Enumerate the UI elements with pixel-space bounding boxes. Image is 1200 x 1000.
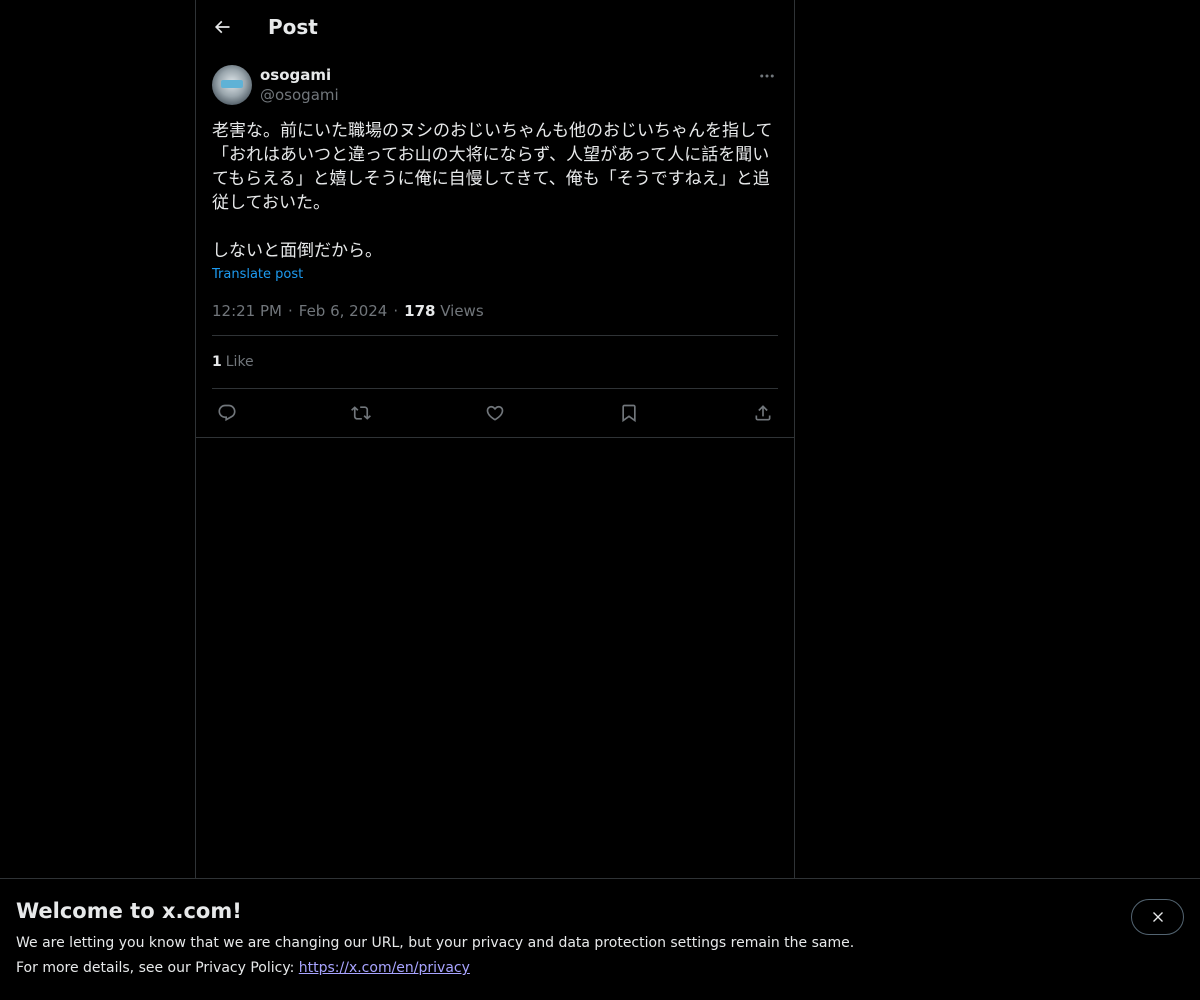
close-icon <box>1152 912 1163 922</box>
more-horizontal-icon <box>760 74 774 78</box>
post-meta: 12:21 PM · Feb 6, 2024 · 178 Views <box>212 302 778 336</box>
handle[interactable]: @osogami <box>260 85 339 105</box>
share-button[interactable] <box>752 402 774 424</box>
share-icon <box>755 405 771 421</box>
repost-icon <box>351 406 371 420</box>
author-row: osogami @osogami <box>212 65 778 105</box>
repost-button[interactable] <box>350 402 372 424</box>
avatar[interactable] <box>212 65 252 105</box>
author-meta: osogami @osogami <box>260 65 339 105</box>
separator-dot: · <box>287 302 293 320</box>
likes-count: 1 <box>212 354 222 370</box>
heart-icon <box>486 405 504 421</box>
page-title: Post <box>268 14 318 39</box>
likes-summary[interactable]: 1 Like <box>212 336 778 389</box>
reply-icon <box>218 404 236 422</box>
post-text: 老害な。前にいた職場のヌシのおじいちゃんも他のおじいちゃんを指して「おれはあいつ… <box>212 121 773 261</box>
views-count: 178 <box>404 302 436 320</box>
welcome-banner: Welcome to x.com! We are letting you kno… <box>0 878 1200 1000</box>
post-bottom-divider <box>196 437 794 438</box>
reply-button[interactable] <box>216 402 238 424</box>
banner-message: We are letting you know that we are chan… <box>16 935 855 951</box>
arrow-left-icon <box>214 20 230 33</box>
main-column: Post osogami @osogami 老害な。前にいた職場のヌシのおじいち… <box>195 0 795 878</box>
post: osogami @osogami 老害な。前にいた職場のヌシのおじいちゃんも他の… <box>196 53 794 437</box>
back-button[interactable] <box>204 9 240 45</box>
bookmark-button[interactable] <box>618 402 640 424</box>
close-banner-button[interactable] <box>1131 899 1184 935</box>
display-name[interactable]: osogami <box>260 65 339 85</box>
top-bar: Post <box>196 0 794 53</box>
banner-title: Welcome to x.com! <box>16 899 242 923</box>
banner-privacy-prefix: For more details, see our Privacy Policy… <box>16 960 299 976</box>
banner-privacy-line: For more details, see our Privacy Policy… <box>16 958 1184 978</box>
like-button[interactable] <box>484 402 506 424</box>
post-date[interactable]: Feb 6, 2024 <box>299 302 388 320</box>
likes-label: Like <box>225 354 254 370</box>
action-bar <box>212 389 778 437</box>
translate-post-link[interactable]: Translate post <box>212 267 303 282</box>
privacy-policy-link[interactable]: https://x.com/en/privacy <box>299 960 470 976</box>
separator-dot: · <box>393 302 399 320</box>
bookmark-icon <box>622 404 636 423</box>
post-time[interactable]: 12:21 PM <box>212 302 282 320</box>
more-button[interactable] <box>756 65 778 87</box>
views-label: Views <box>440 302 484 320</box>
